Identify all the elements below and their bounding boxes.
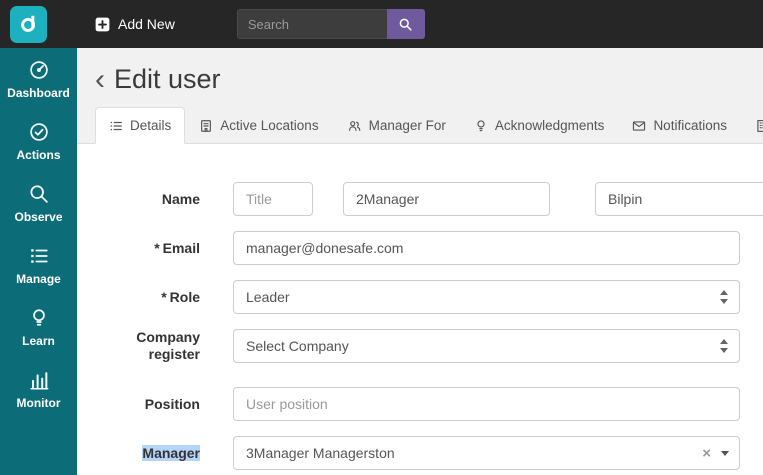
global-search — [236, 9, 425, 39]
email-field[interactable] — [233, 231, 740, 265]
tab-notifications[interactable]: Notifications — [618, 107, 741, 144]
plus-square-icon — [95, 17, 110, 31]
details-form-panel: Name *Email *Role — [77, 144, 763, 475]
tab-details[interactable]: Details — [95, 107, 186, 144]
tab-acknowledgments[interactable]: Acknowledgments — [460, 107, 619, 144]
active-locations-icon — [201, 119, 212, 132]
required-mark: * — [154, 239, 160, 256]
company-register-label: Company register — [136, 329, 200, 362]
sidebar-item-label: Observe — [14, 210, 63, 224]
form-row-email: * Email — [95, 231, 740, 265]
organization-building-icon — [757, 119, 763, 132]
sidebar-item-label: Manage — [16, 272, 61, 286]
users-icon — [348, 120, 360, 131]
title-field[interactable] — [233, 182, 313, 216]
chevron-down-icon[interactable] — [721, 450, 729, 456]
page-title: Edit user — [114, 64, 221, 94]
logo-mark-icon — [20, 15, 35, 32]
envelope-icon — [633, 120, 646, 131]
sidebar-item-label: Actions — [16, 148, 61, 162]
position-field[interactable] — [233, 387, 740, 421]
role-label: * Role — [161, 288, 200, 305]
form-row-company-register: Company register Select Company — [95, 329, 740, 363]
magnifier-icon — [29, 185, 48, 203]
position-label: Position — [144, 395, 200, 412]
sidebar-item-observe[interactable]: Observe — [0, 172, 77, 234]
search-button[interactable] — [386, 9, 425, 39]
add-new-button[interactable]: Add New — [95, 16, 175, 32]
check-circle-icon — [29, 123, 48, 141]
form-row-manager: Manager 3Manager Managerston × — [95, 436, 740, 470]
sidebar-item-manage[interactable]: Manage — [0, 234, 77, 296]
tab-label: Acknowledgments — [494, 118, 605, 133]
form-row-role: * Role Leader — [95, 280, 740, 314]
sidebar-item-label: Monitor — [16, 396, 61, 410]
select-arrows-icon — [720, 290, 728, 304]
tab-label: Active Locations — [220, 118, 319, 133]
topbar: Add New — [0, 0, 763, 48]
sidebar-item-actions[interactable]: Actions — [0, 110, 77, 172]
sidebar-item-dashboard[interactable]: Dashboard — [0, 48, 77, 110]
tab-bar: Details Active Locations Manager For Ack… — [77, 107, 763, 144]
clear-selection-icon[interactable]: × — [702, 446, 711, 461]
sidebar: Dashboard Actions Observe Manage Learn M… — [0, 48, 77, 475]
form-row-name: Name — [95, 182, 763, 216]
donesafe-logo[interactable] — [10, 5, 47, 43]
select-arrows-icon — [720, 339, 728, 353]
details-list-icon — [110, 121, 122, 130]
email-label: * Email — [154, 239, 200, 256]
required-mark: * — [161, 288, 167, 305]
search-input[interactable] — [236, 9, 387, 39]
manager-label: Manager — [142, 444, 200, 461]
company-register-select[interactable]: Select Company — [233, 329, 740, 363]
sidebar-item-label: Learn — [22, 334, 55, 348]
form-row-position: Position — [95, 387, 740, 421]
last-name-field[interactable] — [595, 182, 763, 216]
back-chevron-icon[interactable]: ‹ — [95, 64, 105, 95]
tab-label: Notifications — [653, 118, 727, 133]
first-name-field[interactable] — [343, 182, 550, 216]
acknowledgments-bulb-icon — [477, 119, 485, 131]
add-new-label: Add New — [118, 16, 175, 32]
tab-active-locations[interactable]: Active Locations — [185, 107, 332, 144]
page-header: ‹ Edit user — [77, 48, 763, 107]
role-select[interactable]: Leader — [233, 280, 740, 314]
manager-combobox[interactable]: 3Manager Managerston × — [233, 436, 740, 470]
bar-chart-icon — [29, 372, 48, 390]
tab-organization[interactable]: Organization — [741, 107, 763, 144]
name-label: Name — [161, 190, 200, 207]
list-icon — [30, 249, 48, 263]
sidebar-item-learn[interactable]: Learn — [0, 296, 77, 358]
tab-label: Details — [130, 118, 172, 133]
manager-selected-value: 3Manager Managerston — [246, 445, 395, 461]
main-content: ‹ Edit user Details Active Locations Man… — [77, 48, 763, 475]
tab-label: Manager For — [368, 118, 446, 133]
sidebar-item-monitor[interactable]: Monitor — [0, 358, 77, 420]
company-selected-value: Select Company — [246, 338, 349, 354]
lightbulb-icon — [32, 309, 45, 326]
role-selected-value: Leader — [246, 289, 290, 305]
tab-manager-for[interactable]: Manager For — [333, 107, 460, 144]
sidebar-item-label: Dashboard — [7, 86, 70, 100]
dashboard-gauge-icon — [29, 61, 48, 79]
search-icon — [399, 18, 412, 31]
